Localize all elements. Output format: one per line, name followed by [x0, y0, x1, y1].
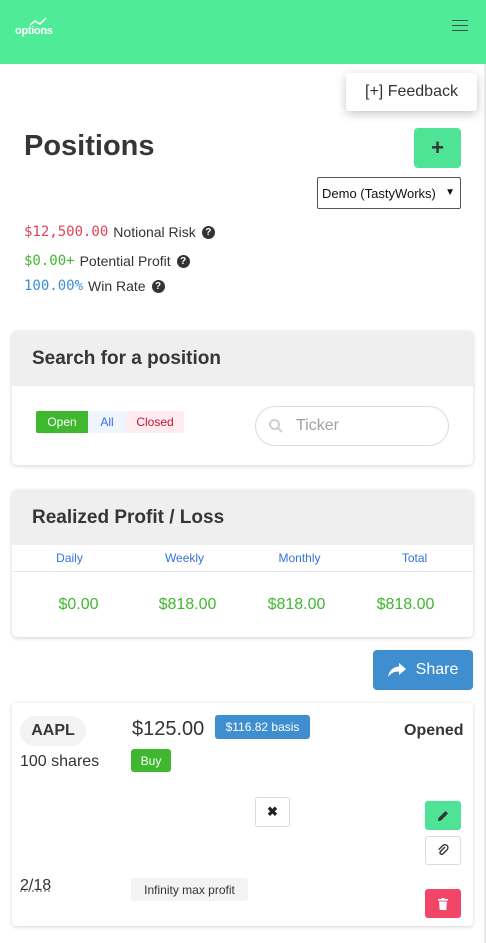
attach-button[interactable] — [425, 836, 461, 865]
realized-pl-title: Realized Profit / Loss — [12, 490, 473, 545]
edit-button[interactable] — [425, 801, 461, 830]
delete-button[interactable] — [425, 889, 461, 918]
win-rate-label: Win Rate — [88, 278, 146, 294]
notional-risk-value: $12,500.00 — [24, 224, 109, 240]
buy-badge: Buy — [131, 749, 171, 772]
status-filter-tabs: Open All Closed — [36, 411, 184, 433]
page-title: Positions — [24, 130, 155, 162]
stat-win-rate: 100.00% Win Rate ? — [24, 278, 165, 294]
account-select[interactable]: Demo (TastyWorks) ▼ — [317, 177, 461, 209]
account-select-value: Demo (TastyWorks) — [322, 185, 436, 201]
position-date: 2/18 — [20, 877, 52, 894]
potential-profit-label: Potential Profit — [79, 253, 171, 269]
pl-header-weekly: Weekly — [164, 551, 205, 565]
win-rate-value: 100.00% — [24, 278, 84, 294]
question-icon[interactable]: ? — [151, 279, 165, 293]
pl-header-total: Total — [401, 551, 428, 565]
tab-closed[interactable]: Closed — [126, 411, 184, 433]
feedback-button[interactable]: [+] Feedback — [346, 73, 477, 111]
navbar — [0, 0, 486, 64]
search-icon — [269, 419, 283, 433]
logo-text: options — [15, 25, 53, 37]
tab-all[interactable]: All — [88, 411, 126, 433]
pencil-icon — [438, 810, 448, 821]
close-position-button[interactable]: ✖ — [255, 797, 290, 827]
stat-potential-profit: $0.00+ Potential Profit ? — [24, 253, 190, 269]
max-profit-tag: Infinity max profit — [131, 878, 248, 901]
ticker-badge[interactable]: AAPL — [20, 716, 86, 746]
trash-icon — [438, 897, 448, 910]
notional-risk-label: Notional Risk — [113, 224, 196, 240]
search-card-title: Search for a position — [12, 331, 473, 386]
pl-value-monthly: $818.00 — [267, 596, 326, 613]
ticker-search-input[interactable]: Ticker — [255, 406, 449, 446]
stat-notional-risk: $12,500.00 Notional Risk ? — [24, 224, 215, 240]
position-price: $125.00 — [132, 718, 205, 740]
tab-open[interactable]: Open — [36, 411, 88, 433]
status-label: Opened — [404, 722, 464, 739]
potential-profit-value: $0.00+ — [24, 253, 75, 269]
share-count: 100 shares — [20, 753, 100, 770]
logo[interactable]: options — [12, 16, 60, 46]
pl-header-monthly: Monthly — [278, 551, 321, 565]
question-icon[interactable]: ? — [201, 225, 215, 239]
hamburger-menu-icon[interactable] — [448, 18, 472, 38]
divider — [12, 571, 473, 572]
close-icon: ✖ — [267, 804, 278, 819]
pl-value-total: $818.00 — [376, 596, 435, 613]
pl-header-daily: Daily — [56, 551, 83, 565]
pl-value-daily: $0.00 — [58, 596, 99, 613]
plus-icon: + — [431, 135, 444, 160]
share-button[interactable]: Share — [373, 650, 473, 690]
search-placeholder: Ticker — [296, 417, 339, 434]
add-position-button[interactable]: + — [414, 128, 461, 168]
share-label: Share — [415, 661, 459, 678]
question-icon[interactable]: ? — [176, 254, 190, 268]
chevron-down-icon: ▼ — [445, 187, 455, 198]
paperclip-icon — [438, 844, 449, 856]
pl-value-weekly: $818.00 — [158, 596, 217, 613]
share-arrow-icon — [387, 662, 406, 677]
basis-badge: $116.82 basis — [215, 715, 310, 739]
